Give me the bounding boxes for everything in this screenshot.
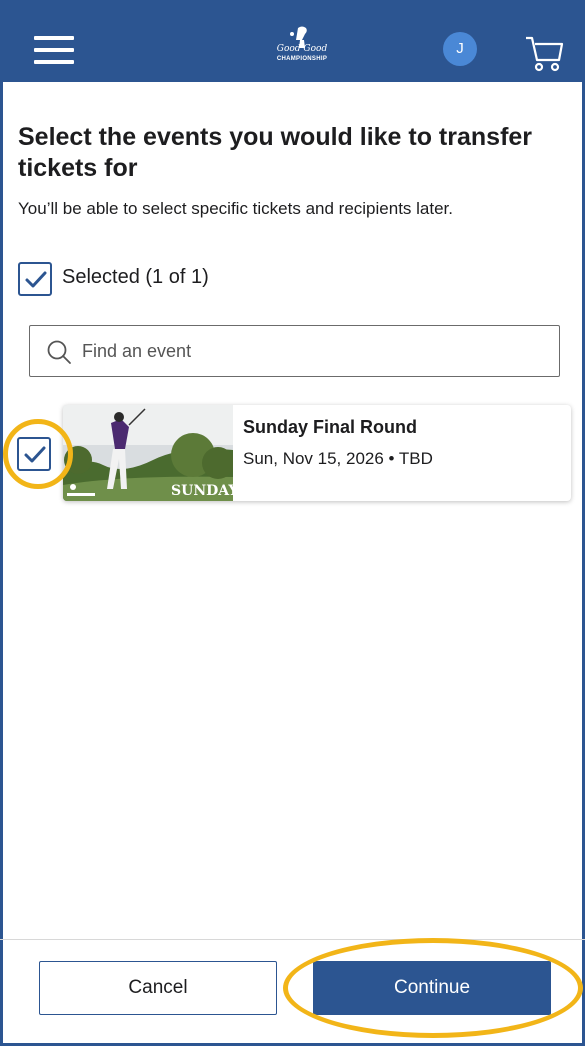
user-avatar[interactable]: J (443, 32, 477, 66)
logo-script-text: Good Good (276, 44, 328, 54)
event-search (29, 325, 560, 377)
page-title: Select the events you would like to tran… (18, 123, 533, 182)
search-icon (47, 340, 71, 364)
select-all-label: Selected (1 of 1) (62, 266, 209, 288)
event-image-caption: SUNDAY (171, 483, 233, 499)
top-bar: Good Good CHAMPIONSHIP J (0, 0, 585, 82)
hamburger-menu-icon[interactable] (34, 36, 74, 64)
event-checkbox[interactable] (17, 437, 51, 471)
page-subtitle: You’ll be able to select specific ticket… (18, 199, 454, 218)
logo-wordmark-text: CHAMPIONSHIP (276, 56, 328, 62)
event-card[interactable]: SUNDAY Sunday Final Round Sun, Nov 15, 2… (63, 405, 571, 501)
search-input[interactable] (82, 334, 542, 368)
footer-divider (0, 939, 585, 940)
championship-logo[interactable]: Good Good CHAMPIONSHIP (262, 26, 342, 70)
shopping-cart-icon[interactable] (524, 34, 564, 74)
select-all-checkbox[interactable] (18, 262, 52, 296)
event-image: SUNDAY (63, 405, 233, 501)
checkmark-icon (25, 271, 47, 288)
checkmark-icon (24, 446, 46, 463)
cancel-button[interactable]: Cancel (39, 961, 277, 1015)
continue-button[interactable]: Continue (313, 961, 551, 1015)
event-name: Sunday Final Round (243, 417, 417, 437)
event-date: Sun, Nov 15, 2026 • TBD (243, 449, 433, 468)
